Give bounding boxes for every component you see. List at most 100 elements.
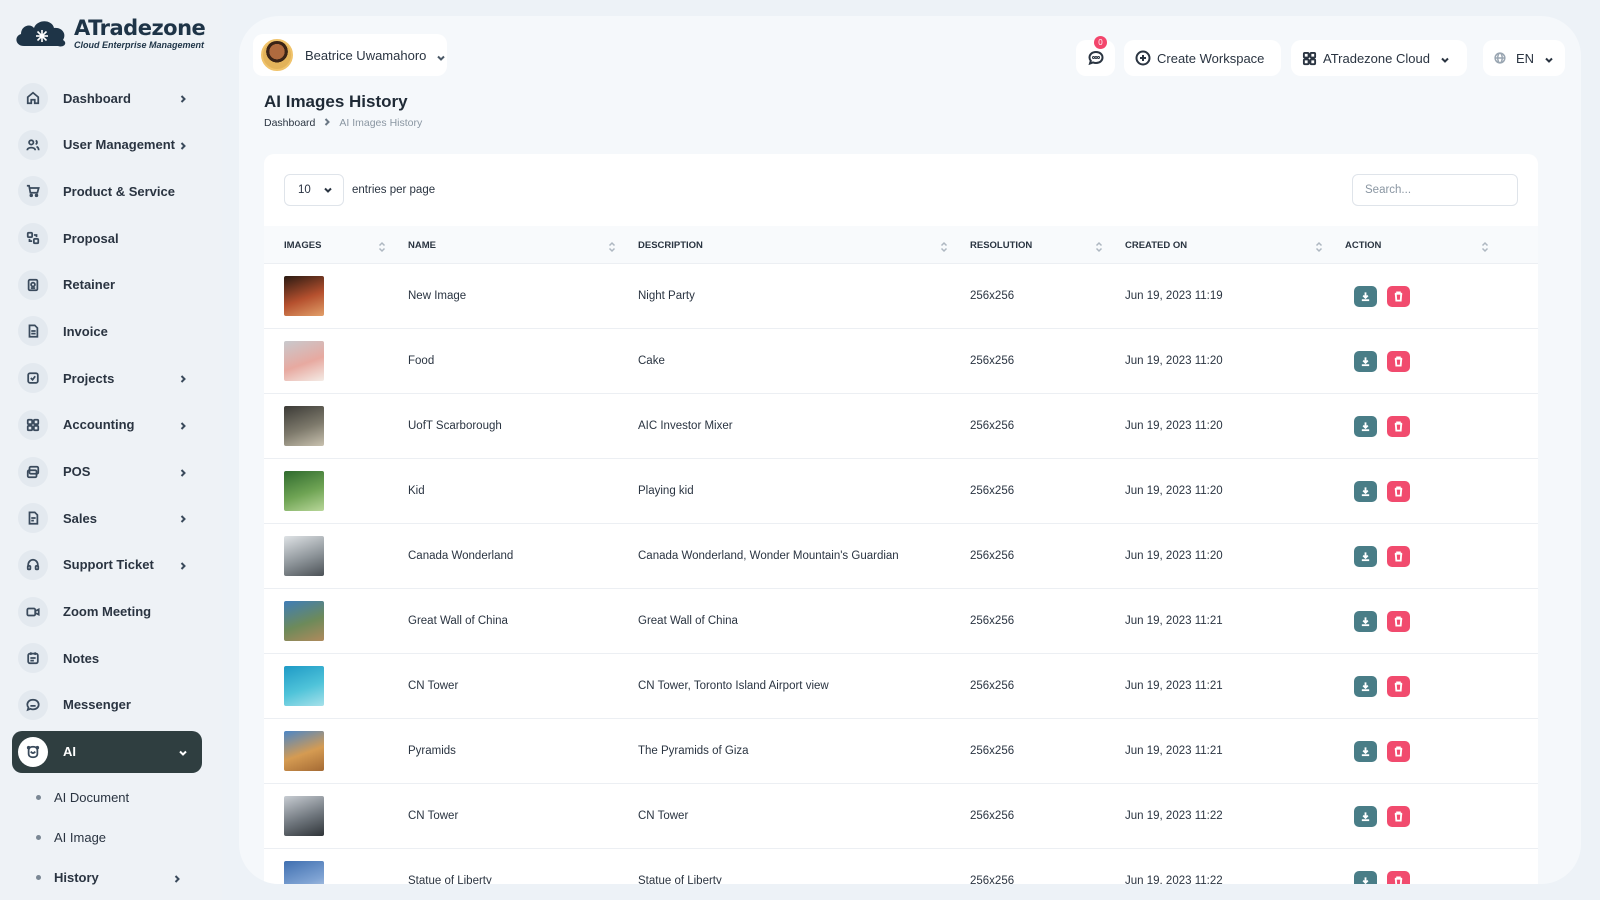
sidebar-item-notes[interactable]: Notes [12,637,202,679]
delete-button[interactable] [1387,676,1410,697]
image-thumbnail[interactable] [284,341,324,381]
delete-button[interactable] [1387,481,1410,502]
language-code: EN [1515,50,1534,66]
column-header-action[interactable]: ACTION [1345,226,1381,264]
image-thumbnail[interactable] [284,861,324,884]
retainer-icon [18,269,48,300]
download-button[interactable] [1354,481,1377,502]
sidebar-item-user-management[interactable]: User Management [12,124,202,166]
sort-icon[interactable] [378,240,386,253]
image-resolution: 256x256 [970,420,1015,432]
language-selector[interactable]: EN [1483,40,1565,76]
delete-button[interactable] [1387,286,1410,307]
image-thumbnail[interactable] [284,796,324,836]
image-thumbnail[interactable] [284,276,324,316]
sidebar-item-label: Invoice [63,323,108,339]
sidebar-item-sales[interactable]: Sales [12,497,202,539]
column-header-name[interactable]: NAME [408,226,436,264]
breadcrumb-dashboard-link[interactable]: Dashboard [264,117,315,129]
search-input[interactable] [1352,174,1518,206]
delete-button[interactable] [1387,806,1410,827]
sidebar-item-dashboard[interactable]: Dashboard [12,77,202,119]
created-on: Jun 19, 2023 11:20 [1125,355,1223,367]
image-name: Kid [408,485,425,497]
chevron-right-icon [178,418,188,430]
table-row: Great Wall of China Great Wall of China 25… [264,589,1538,654]
sort-icon[interactable] [608,240,616,253]
image-description: CN Tower, Toronto Island Airport view [638,680,829,692]
column-header-description[interactable]: DESCRIPTION [638,226,703,264]
delete-button[interactable] [1387,871,1410,884]
image-resolution: 256x256 [970,485,1015,497]
globe-icon [1494,52,1506,64]
download-button[interactable] [1354,741,1377,762]
sort-icon[interactable] [940,240,948,253]
image-thumbnail[interactable] [284,601,324,641]
per-page-value: 10 [298,184,311,196]
user-menu[interactable]: Beatrice Uwamahoro [253,34,447,76]
delete-button[interactable] [1387,741,1410,762]
sidebar-item-projects[interactable]: Projects [12,357,202,399]
sidebar-item-invoice[interactable]: Invoice [12,310,202,352]
download-button[interactable] [1354,611,1377,632]
app-logo[interactable]: ATradezone Cloud Enterprise Management [12,16,206,52]
download-button[interactable] [1354,416,1377,437]
download-button[interactable] [1354,351,1377,372]
workspace-name: ATradezone Cloud [1323,50,1430,66]
sort-icon[interactable] [1095,240,1103,253]
sort-icon[interactable] [1481,240,1489,253]
home-icon [18,83,48,113]
workspace-selector[interactable]: ATradezone Cloud [1291,40,1467,76]
table-row: Pyramids The Pyramids of Giza 256x256 Jun 1… [264,719,1538,784]
table-row: Kid Playing kid 256x256 Jun 19, 2023 11:20 [264,459,1538,524]
download-button[interactable] [1354,871,1377,884]
image-thumbnail[interactable] [284,731,324,771]
image-thumbnail[interactable] [284,406,324,446]
trash-icon [1393,876,1404,884]
download-button[interactable] [1354,546,1377,567]
notifications-button[interactable]: 0 [1076,36,1115,76]
image-thumbnail[interactable] [284,536,324,576]
delete-button[interactable] [1387,416,1410,437]
download-icon [1360,811,1371,822]
column-header-images[interactable]: IMAGES [284,226,321,264]
sidebar-item-zoom-meeting[interactable]: Zoom Meeting [12,591,202,633]
sidebar-subitem-ai-document[interactable]: AI Document [12,777,202,817]
plus-circle-icon [1135,50,1151,66]
image-thumbnail[interactable] [284,666,324,706]
proposal-icon [18,223,48,254]
sort-icon[interactable] [1315,240,1323,253]
sidebar-subitem-history[interactable]: History [12,857,202,897]
sidebar-item-proposal[interactable]: Proposal [12,217,202,259]
sidebar-item-retainer[interactable]: Retainer [12,264,202,306]
sidebar-item-label: User Management [63,137,175,153]
chevron-down-icon [324,187,332,193]
bullet-icon [36,834,41,840]
created-on: Jun 19, 2023 11:21 [1125,615,1223,627]
delete-button[interactable] [1387,351,1410,372]
sidebar-item-label: Proposal [63,230,119,246]
download-icon [1360,356,1371,367]
sidebar-item-support-ticket[interactable]: Support Ticket [12,544,202,586]
sidebar-item-messenger[interactable]: Messenger [12,684,202,726]
download-button[interactable] [1354,806,1377,827]
sidebar-item-product-service[interactable]: Product & Service [12,170,202,212]
create-workspace-button[interactable]: Create Workspace [1124,40,1281,76]
cloud-logo-icon [16,21,66,47]
sidebar-item-accounting[interactable]: Accounting [12,404,202,446]
delete-button[interactable] [1387,611,1410,632]
sidebar-item-label: Accounting [63,417,135,433]
download-button[interactable] [1354,286,1377,307]
image-thumbnail[interactable] [284,471,324,511]
column-header-created-on[interactable]: CREATED ON [1125,226,1187,264]
table-row: CN Tower CN Tower, Toronto Island Airport… [264,654,1538,719]
sidebar-item-label: Retainer [63,277,116,293]
sidebar-item-ai[interactable]: AI [12,730,202,773]
image-resolution: 256x256 [970,355,1015,367]
sidebar-item-pos[interactable]: POS [12,451,202,493]
download-button[interactable] [1354,676,1377,697]
delete-button[interactable] [1387,546,1410,567]
entries-per-page-select[interactable]: 10 [284,174,344,206]
sidebar-subitem-ai-image[interactable]: AI Image [12,817,202,857]
column-header-resolution[interactable]: RESOLUTION [970,226,1032,264]
